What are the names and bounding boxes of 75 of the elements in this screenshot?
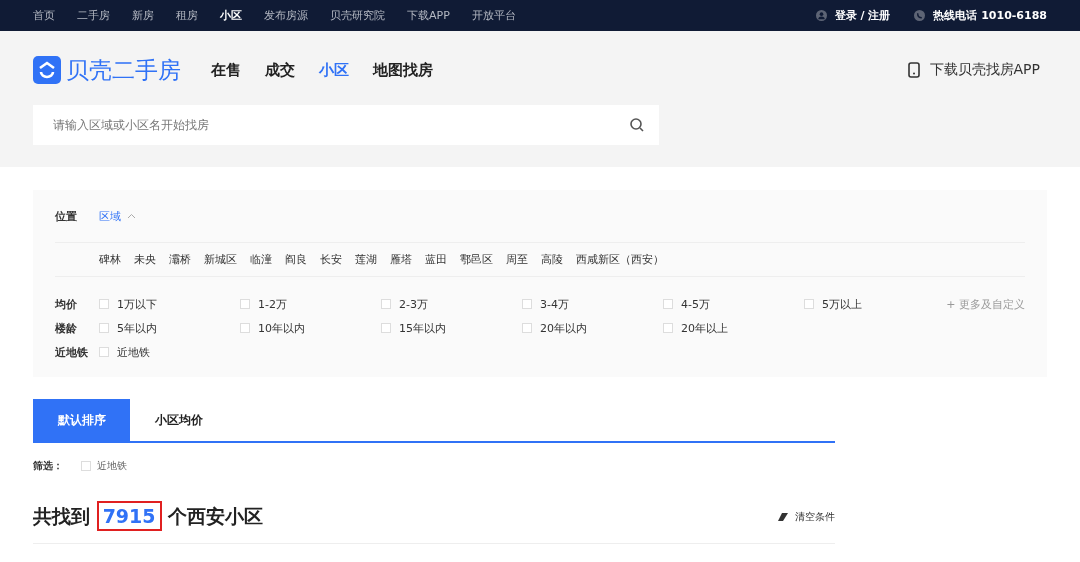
district-link[interactable]: 鄠邑区: [460, 252, 493, 267]
option-label[interactable]: 10年以内: [258, 320, 305, 336]
filter-label: 楼龄: [55, 320, 78, 336]
district-link[interactable]: 灞桥: [169, 252, 191, 267]
district-link[interactable]: 长安: [320, 252, 342, 267]
district-link[interactable]: 周至: [506, 252, 528, 267]
nav-link[interactable]: 小区: [319, 60, 349, 80]
checkbox[interactable]: [381, 299, 391, 309]
top-nav-link[interactable]: 开放平台: [471, 8, 516, 23]
district-link[interactable]: 新城区: [204, 252, 237, 267]
chevron-icon: [127, 213, 136, 219]
filter-label: 位置: [55, 208, 78, 224]
option-label[interactable]: 15年以内: [399, 320, 446, 336]
option-label[interactable]: 20年以内: [540, 320, 587, 336]
checkbox[interactable]: [240, 323, 250, 333]
filter-label: 筛选：: [33, 459, 63, 473]
logo-text: 贝壳二手房: [66, 55, 181, 85]
top-nav-link[interactable]: 首页: [33, 8, 55, 23]
checkbox[interactable]: [522, 299, 532, 309]
option-label[interactable]: 近地铁: [117, 344, 150, 360]
option-label[interactable]: 5万以上: [822, 296, 862, 312]
checkbox[interactable]: [804, 299, 814, 309]
checkbox[interactable]: [240, 299, 250, 309]
top-nav-link[interactable]: 二手房: [77, 8, 110, 23]
district-link[interactable]: 碑林: [99, 252, 121, 267]
option-label[interactable]: 4-5万: [681, 296, 710, 312]
district-link[interactable]: 雁塔: [390, 252, 412, 267]
option-label[interactable]: 3-4万: [540, 296, 569, 312]
option-label[interactable]: 近地铁: [97, 459, 127, 473]
checkbox[interactable]: [663, 323, 673, 333]
option-label[interactable]: 1-2万: [258, 296, 287, 312]
login-link[interactable]: 登录 / 注册: [834, 8, 891, 23]
district-link[interactable]: 阎良: [285, 252, 307, 267]
filter-label: 均价: [55, 296, 78, 312]
district-link[interactable]: 西咸新区（西安）: [576, 252, 664, 267]
checkbox[interactable]: [99, 299, 109, 309]
hotline-text: 热线电话 1010-6188: [933, 8, 1047, 23]
option-label[interactable]: 2-3万: [399, 296, 428, 312]
region-dropdown[interactable]: 区域: [99, 208, 136, 224]
top-nav-link[interactable]: 发布房源: [264, 8, 308, 23]
option-label[interactable]: 5年以内: [117, 320, 157, 336]
top-nav-link[interactable]: 租房: [176, 8, 198, 23]
district-link[interactable]: 高陵: [541, 252, 563, 267]
filter-label: 近地铁: [55, 344, 89, 360]
nav-link[interactable]: 成交: [265, 60, 295, 80]
district-link[interactable]: 未央: [134, 252, 156, 267]
nav-link[interactable]: 在售: [211, 60, 241, 80]
top-nav-link[interactable]: 下载APP: [407, 8, 450, 23]
clear-filters-link[interactable]: 清空条件: [795, 510, 835, 524]
checkbox[interactable]: [522, 323, 532, 333]
district-link[interactable]: 莲湖: [355, 252, 377, 267]
checkbox[interactable]: [663, 299, 673, 309]
top-nav-link[interactable]: 小区: [220, 8, 242, 23]
search-icon[interactable]: [629, 117, 645, 133]
option-label[interactable]: 1万以下: [117, 296, 157, 312]
phone-icon: [907, 62, 920, 78]
checkbox[interactable]: [81, 461, 91, 471]
checkbox[interactable]: [99, 323, 109, 333]
app-download-link[interactable]: 下载贝壳找房APP: [929, 61, 1040, 79]
option-label[interactable]: 20年以上: [681, 320, 728, 336]
top-nav-link[interactable]: 贝壳研究院: [330, 8, 385, 23]
district-link[interactable]: 蓝田: [425, 252, 447, 267]
search-field[interactable]: 请输入区域或小区名开始找房: [33, 105, 659, 145]
eraser-icon: [777, 512, 790, 522]
sort-tab[interactable]: 小区均价: [130, 399, 227, 441]
nav-link[interactable]: 地图找房: [373, 60, 433, 80]
logo-icon: [33, 56, 61, 84]
user-icon: [815, 10, 827, 21]
phone-icon: [914, 10, 926, 21]
district-link[interactable]: 临潼: [250, 252, 272, 267]
checkbox[interactable]: [381, 323, 391, 333]
top-nav-link[interactable]: 新房: [132, 8, 154, 23]
result-heading: 共找到 7915 个西安小区: [33, 504, 264, 530]
checkbox[interactable]: [99, 347, 109, 357]
sort-tab[interactable]: 默认排序: [33, 399, 130, 441]
